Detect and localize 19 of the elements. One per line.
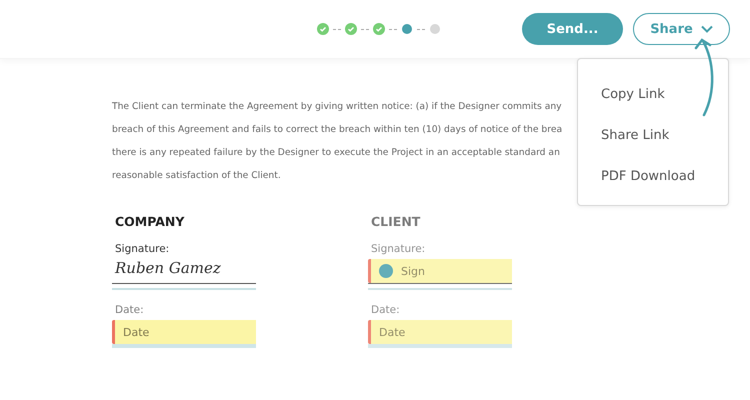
menu-item[interactable]: Copy Link <box>578 74 665 115</box>
avatar-icon <box>379 264 393 278</box>
send-button[interactable]: Send... <box>522 13 623 45</box>
field-label: Date: <box>371 304 401 316</box>
share-button[interactable]: Share <box>633 13 730 45</box>
date-field[interactable]: Date <box>368 320 512 344</box>
menu-item[interactable]: Share Link <box>578 115 670 156</box>
signature: Ruben Gamez <box>114 259 222 279</box>
agreement-paragraph: The Client can terminate the Agreement by giving written notice: (a) if the Designer commits any breach of this Agreement and fails to correct the breach within ten (10) days of notice of the brea there is any repeated failure by the Designer to execute the Project in an acceptable standard an reasonable satisfaction of the Client. <box>112 100 562 183</box>
menu-item[interactable]: PDF Download <box>578 156 696 197</box>
sign-field[interactable]: Sign <box>368 259 512 283</box>
chevron-down-icon <box>700 25 713 33</box>
date-field[interactable]: Date <box>112 320 256 344</box>
field-label: Signature: <box>371 243 426 255</box>
field-label: Signature: <box>115 243 170 255</box>
field-label: Date: <box>115 304 145 316</box>
party-title: CLIENT <box>371 214 422 229</box>
sign-label: Sign <box>401 264 425 278</box>
party-title: COMPANY <box>115 214 186 229</box>
